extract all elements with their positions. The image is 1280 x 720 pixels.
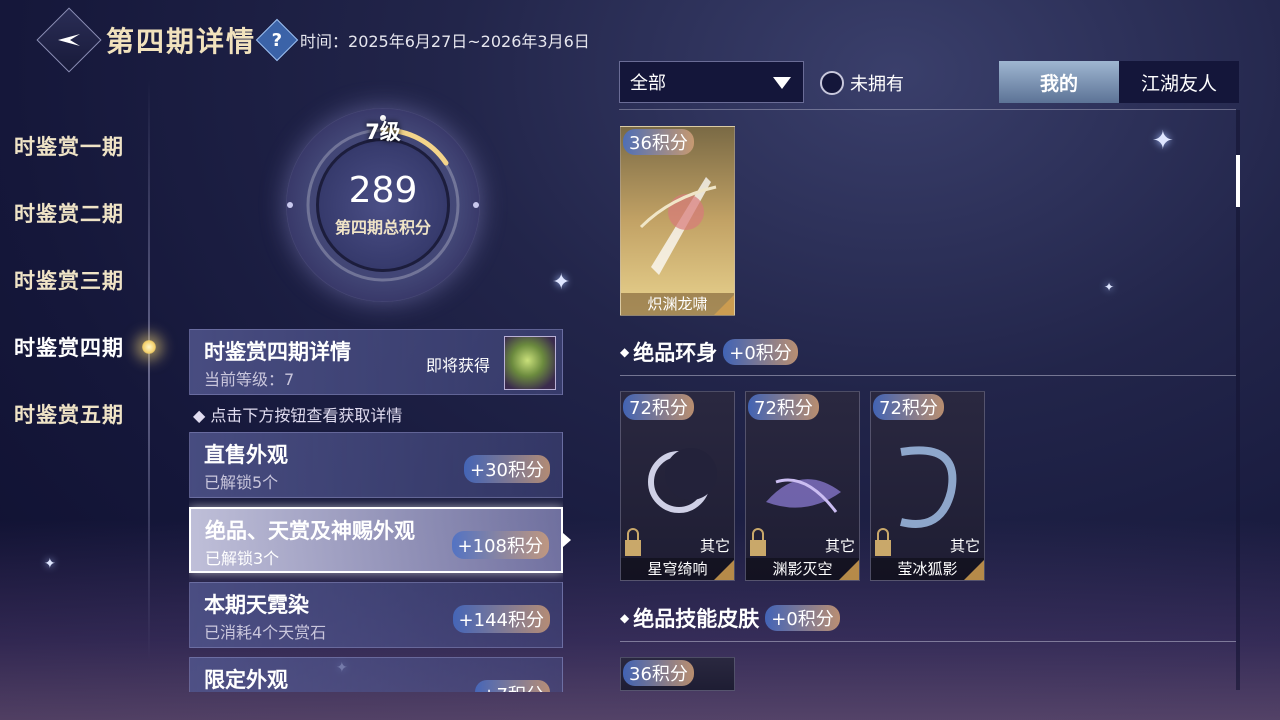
owner-tabs: 我的 江湖友人 — [999, 61, 1239, 103]
corner-icon — [714, 295, 734, 315]
nav-item-label: 时鉴赏五期 — [14, 402, 124, 427]
card-score-badge: 72积分 — [623, 394, 694, 420]
question-icon: ? — [271, 29, 283, 51]
filter-dropdown[interactable]: 全部 — [619, 61, 804, 103]
category-title: 本期天霓染 — [204, 593, 309, 617]
star-icon: ✦ — [1152, 126, 1174, 156]
corner-icon — [839, 560, 859, 580]
item-card[interactable]: 36积分 — [620, 657, 735, 691]
not-owned-label: 未拥有 — [850, 74, 904, 95]
nav-item-label: 时鉴赏四期 — [14, 335, 124, 360]
section-score-badge: +0积分 — [765, 605, 840, 631]
section-title-label: 绝品环身 — [633, 341, 718, 365]
back-button[interactable] — [36, 7, 102, 73]
hint-label: 点击下方按钮查看获取详情 — [210, 406, 403, 425]
category-item[interactable]: 绝品、天赏及神赐外观 已解锁3个 +108积分 — [189, 507, 563, 573]
tab-mine[interactable]: 我的 — [999, 61, 1119, 103]
category-title: 直售外观 — [204, 443, 288, 467]
nav-item-label: 时鉴赏一期 — [14, 134, 124, 159]
section-score-badge: +0积分 — [723, 339, 798, 365]
period-time: 时间：2025年6月27日~2026年3月6日 — [300, 32, 590, 51]
nav-item-period-4[interactable]: 时鉴赏四期 — [14, 313, 156, 380]
category-item[interactable]: 本期天霓染 已消耗4个天赏石 +144积分 — [189, 582, 563, 648]
tab-friends[interactable]: 江湖友人 — [1119, 61, 1239, 103]
weapon-art-icon — [639, 177, 717, 275]
total-score-label: 第四期总积分 — [334, 218, 431, 237]
selected-arrow-icon — [563, 533, 571, 547]
reward-thumbnail[interactable] — [504, 336, 556, 390]
section-divider — [620, 375, 1236, 376]
nav-item-period-5[interactable]: 时鉴赏五期 — [14, 380, 154, 447]
category-title: 限定外观 — [204, 668, 288, 692]
help-button[interactable]: ? — [255, 18, 299, 62]
moon-art-icon — [648, 448, 717, 513]
diamond-bullet-icon: ◆ — [620, 345, 630, 359]
corner-icon — [964, 560, 984, 580]
scrollbar-thumb[interactable] — [1236, 155, 1240, 207]
section-title-skill: ◆ 绝品技能皮肤 +0积分 — [620, 603, 840, 633]
card-tag: 其它 — [824, 537, 855, 555]
back-arrow-icon — [58, 34, 80, 46]
category-subtitle: 已解锁5个 — [204, 473, 279, 492]
category-item[interactable]: 直售外观 已解锁5个 +30积分 — [189, 432, 563, 498]
not-owned-toggle[interactable]: 未拥有 — [820, 70, 904, 96]
star-icon: ✦ — [44, 556, 56, 572]
period-nav: 时鉴赏一期 时鉴赏二期 时鉴赏三期 时鉴赏四期 时鉴赏五期 — [14, 112, 156, 447]
nav-item-period-1[interactable]: 时鉴赏一期 — [14, 112, 154, 179]
lock-icon — [875, 528, 891, 556]
corner-icon — [714, 560, 734, 580]
diamond-bullet-icon: ◆ — [193, 406, 211, 425]
item-card[interactable]: 72积分 其它 莹冰狐影 — [870, 391, 985, 581]
item-card[interactable]: 36积分 炽渊龙啸 — [620, 126, 735, 316]
filter-value: 全部 — [630, 73, 666, 94]
lock-icon — [625, 528, 641, 556]
star-icon: ✦ — [552, 270, 571, 295]
level-text: 7级 — [365, 120, 401, 144]
score-badge: +108积分 — [451, 531, 549, 559]
detail-level: 当前等级：7 — [204, 370, 295, 389]
dropdown-arrow-icon — [773, 77, 791, 89]
active-marker-icon — [142, 339, 156, 354]
card-score-badge: 36积分 — [623, 660, 694, 686]
panel-divider — [619, 109, 1236, 110]
detail-title: 时鉴赏四期详情 — [204, 340, 351, 364]
page-title: 第四期详情 — [106, 25, 257, 58]
card-score-badge: 72积分 — [873, 394, 944, 420]
soon-label: 即将获得 — [426, 356, 491, 375]
category-item[interactable]: 限定外观 +7积分 — [189, 657, 563, 692]
item-card[interactable]: 72积分 其它 渊影灭空 — [745, 391, 860, 581]
category-list: 直售外观 已解锁5个 +30积分 绝品、天赏及神赐外观 已解锁3个 +108积分… — [189, 432, 563, 692]
score-badge: +30积分 — [464, 455, 550, 483]
card-score-badge: 36积分 — [623, 129, 694, 155]
card-tag: 其它 — [949, 537, 980, 555]
radio-icon[interactable] — [820, 71, 844, 95]
card-score-badge: 72积分 — [748, 394, 819, 420]
card-tag: 其它 — [699, 537, 730, 555]
category-title: 绝品、天赏及神赐外观 — [205, 519, 415, 543]
section-title-accessory: ◆ 绝品环身 +0积分 — [620, 337, 798, 367]
score-badge: +144积分 — [452, 605, 550, 633]
total-score: 289 — [348, 170, 418, 211]
section-divider — [620, 641, 1236, 642]
score-badge: +7积分 — [475, 680, 550, 692]
category-subtitle: 已解锁3个 — [205, 549, 280, 568]
hint-text: ◆ 点击下方按钮查看获取详情 — [193, 402, 402, 426]
section-title-label: 绝品技能皮肤 — [633, 607, 760, 631]
nav-item-label: 时鉴赏三期 — [14, 268, 124, 293]
fish-art-icon — [766, 478, 841, 513]
category-subtitle: 已消耗4个天赏石 — [204, 623, 327, 642]
item-card[interactable]: 72积分 其它 星穹绮响 — [620, 391, 735, 581]
nav-item-period-2[interactable]: 时鉴赏二期 — [14, 179, 154, 246]
diamond-bullet-icon: ◆ — [620, 611, 630, 625]
nav-item-period-3[interactable]: 时鉴赏三期 — [14, 246, 154, 313]
period-detail-card[interactable]: 时鉴赏四期详情 当前等级：7 即将获得 — [189, 329, 563, 395]
level-indicator: 7级 289 第四期总积分 — [286, 108, 480, 302]
nav-item-label: 时鉴赏二期 — [14, 201, 124, 226]
fox-art-icon — [900, 446, 957, 528]
header: 第四期详情 ? 时间：2025年6月27日~2026年3月6日 — [36, 7, 590, 73]
lock-icon — [750, 528, 766, 556]
star-icon: ✦ — [1104, 280, 1115, 294]
